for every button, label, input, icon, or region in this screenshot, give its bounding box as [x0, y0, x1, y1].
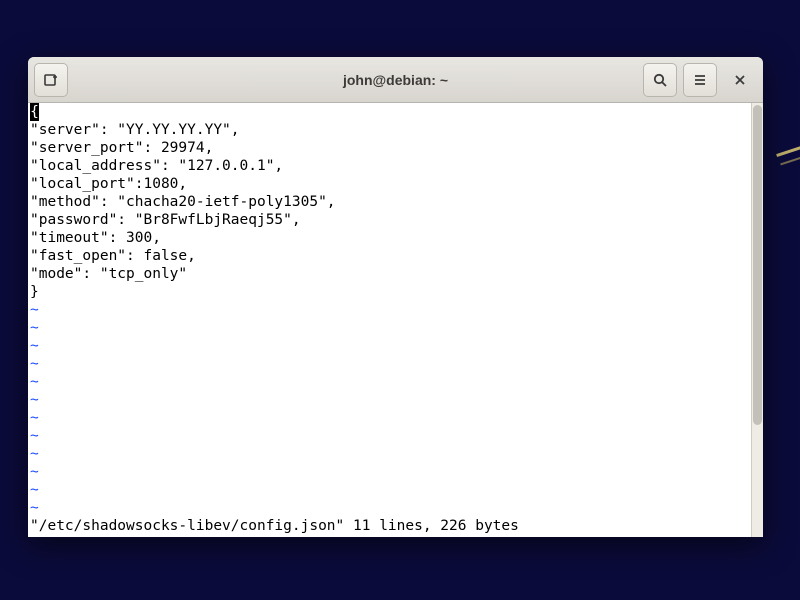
terminal-area[interactable]: { "server": "YY.YY.YY.YY", "server_port"…	[28, 103, 763, 537]
cursor: {	[30, 103, 39, 121]
empty-line-marker: ~	[30, 338, 39, 354]
status-line: "/etc/shadowsocks-libev/config.json" 11 …	[30, 518, 519, 534]
empty-line-marker: ~	[30, 464, 39, 480]
search-button[interactable]	[643, 63, 677, 97]
background-streak	[776, 150, 800, 190]
empty-line-marker: ~	[30, 392, 39, 408]
new-tab-button[interactable]	[34, 63, 68, 97]
close-button[interactable]	[723, 63, 757, 97]
empty-line-marker: ~	[30, 428, 39, 444]
empty-line-marker: ~	[30, 482, 39, 498]
scrollbar-thumb[interactable]	[753, 105, 762, 425]
menu-button[interactable]	[683, 63, 717, 97]
empty-line-marker: ~	[30, 410, 39, 426]
empty-line-marker: ~	[30, 500, 39, 516]
empty-line-marker: ~	[30, 356, 39, 372]
terminal-window: john@debian: ~	[28, 57, 763, 537]
terminal-content[interactable]: { "server": "YY.YY.YY.YY", "server_port"…	[28, 103, 751, 537]
empty-line-marker: ~	[30, 302, 39, 318]
scrollbar[interactable]	[751, 103, 763, 537]
close-icon	[733, 73, 747, 87]
headerbar: john@debian: ~	[28, 57, 763, 103]
empty-line-marker: ~	[30, 446, 39, 462]
new-tab-icon	[43, 72, 59, 88]
empty-line-marker: ~	[30, 374, 39, 390]
empty-line-marker: ~	[30, 320, 39, 336]
hamburger-icon	[692, 72, 708, 88]
search-icon	[652, 72, 668, 88]
